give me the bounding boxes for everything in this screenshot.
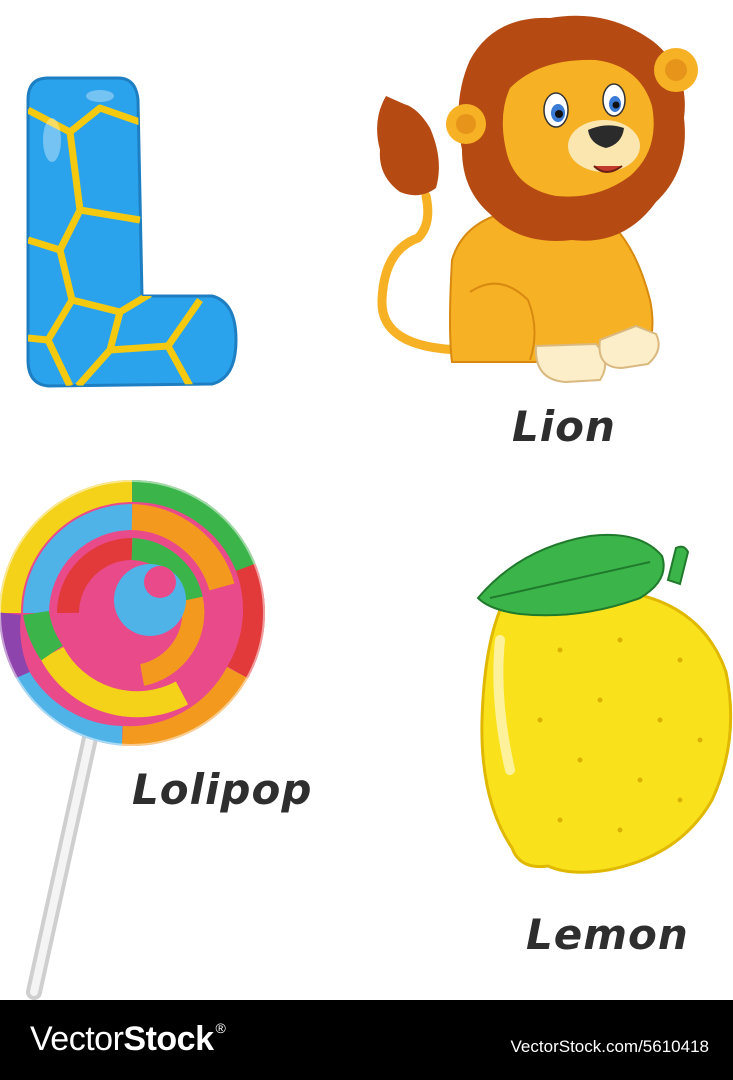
- image-id-text: VectorStock.com/5610418: [510, 1037, 709, 1056]
- alphabet-card: Lion Lolipop Lemon VectorStock ® VectorS…: [0, 0, 733, 1080]
- lollipop-icon: [0, 480, 265, 1000]
- word-lolipop: Lolipop: [132, 765, 313, 814]
- letter-l-icon: L: [26, 76, 238, 388]
- lion-icon: [377, 15, 698, 384]
- brand-bold: Stock: [123, 1020, 214, 1058]
- brand-regular: Vector: [30, 1020, 124, 1058]
- illustration-canvas: L: [0, 15, 733, 1000]
- brand-logo: VectorStock ®: [30, 1020, 226, 1059]
- footer-bar: VectorStock ® VectorStock.com/5610418: [0, 1000, 733, 1080]
- word-lion: Lion: [512, 402, 616, 451]
- registered-mark: ®: [215, 1020, 226, 1036]
- word-lemon: Lemon: [526, 910, 689, 959]
- lemon-icon: [476, 533, 733, 874]
